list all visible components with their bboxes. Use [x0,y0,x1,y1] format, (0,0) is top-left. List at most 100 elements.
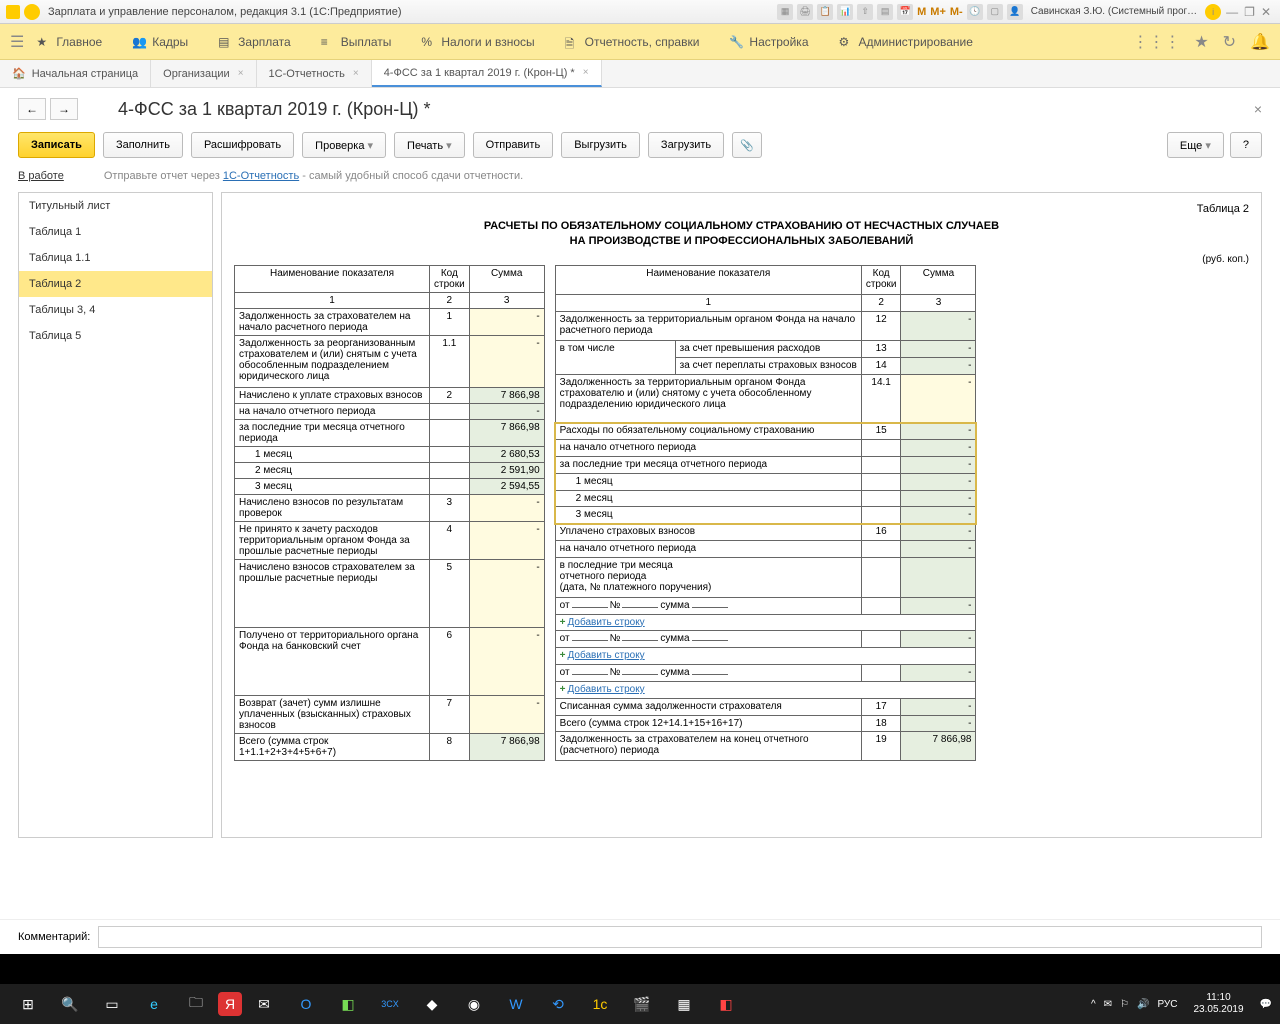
history-icon[interactable]: ↻ [1223,32,1236,52]
menu-admin[interactable]: ⚙Администрирование [839,35,973,49]
app-icon[interactable]: ◧ [706,989,746,1019]
back-button[interactable]: ← [18,98,46,120]
export-button[interactable]: Выгрузить [561,132,640,158]
tab-home[interactable]: 🏠Начальная страница [0,60,151,87]
table-number-label: Таблица 2 [234,203,1249,215]
menu-taxes[interactable]: %Налоги и взносы [421,35,534,49]
dropdown-icon[interactable] [24,4,40,20]
comment-input[interactable] [98,926,1262,948]
toolbar-icon[interactable]: 🖨 [797,4,813,20]
close-icon[interactable]: × [238,68,244,79]
tray-clock[interactable]: 11:1023.05.2019 [1193,992,1243,1016]
bell-icon[interactable]: 🔔 [1250,32,1270,52]
nav-title-page[interactable]: Титульный лист [19,193,212,219]
attach-button[interactable]: 📎 [732,132,762,158]
app-icon[interactable]: ◧ [328,989,368,1019]
import-button[interactable]: Загрузить [648,132,724,158]
nav-table-1-1[interactable]: Таблица 1.1 [19,245,212,271]
tab-4fss[interactable]: 4-ФСС за 1 квартал 2019 г. (Крон-Ц) *× [372,60,602,87]
taskview-button[interactable]: ▭ [92,989,132,1019]
app-edge[interactable]: e [134,989,174,1019]
app-mail[interactable]: ✉ [244,989,284,1019]
nav-table-3-4[interactable]: Таблицы 3, 4 [19,297,212,323]
app-teamviewer[interactable]: ⟲ [538,989,578,1019]
toolbar-icon[interactable]: ▤ [877,4,893,20]
app-word[interactable]: W [496,989,536,1019]
box-icon[interactable]: ▢ [987,4,1003,20]
menu-salary[interactable]: ▤Зарплата [218,35,291,49]
app-explorer[interactable]: 🗀 [176,989,216,1019]
user-icon: 👤 [1007,4,1023,20]
document-area[interactable]: Таблица 2 РАСЧЕТЫ ПО ОБЯЗАТЕЛЬНОМУ СОЦИА… [221,192,1262,838]
app-1c[interactable]: 1c [580,989,620,1019]
more-button[interactable]: Еще [1167,132,1224,158]
page-close-button[interactable]: × [1254,101,1262,117]
print-button[interactable]: Печать [394,132,465,158]
app-icon[interactable]: ◉ [454,989,494,1019]
fill-button[interactable]: Заполнить [103,132,183,158]
tray-icon[interactable]: ✉ [1104,999,1112,1010]
add-row-link[interactable]: Добавить строку [568,617,645,628]
apps-icon[interactable]: ⋮⋮⋮ [1132,32,1180,52]
toolbar-icon[interactable]: ▦ [777,4,793,20]
app-3cx[interactable]: 3CX [370,989,410,1019]
toolbar-icon[interactable]: 📊 [837,4,853,20]
1c-report-link[interactable]: 1С-Отчетность [223,170,299,182]
system-tray: ^ ✉ ⚐ 🔊 РУС 11:1023.05.2019 💬 [1091,992,1272,1016]
user-label[interactable]: Савинская З.Ю. (Системный прог… [1031,6,1197,17]
star-icon[interactable]: ★ [1194,32,1208,52]
app-outlook[interactable]: O [286,989,326,1019]
nav-table-5[interactable]: Таблица 5 [19,323,212,349]
tray-volume-icon[interactable]: 🔊 [1137,999,1149,1010]
send-button[interactable]: Отправить [473,132,554,158]
burger-icon[interactable]: ☰ [10,32,24,52]
search-button[interactable]: 🔍 [50,989,90,1019]
add-row-link[interactable]: Добавить строку [568,684,645,695]
tray-icon[interactable]: ⚐ [1120,999,1129,1010]
menu-main[interactable]: ★Главное [36,35,102,49]
close-icon[interactable]: × [353,68,359,79]
tray-notifications-icon[interactable]: 💬 [1260,999,1272,1010]
toolbar-icon[interactable]: ⇧ [857,4,873,20]
tab-orgs[interactable]: Организации× [151,60,256,87]
app-movie[interactable]: 🎬 [622,989,662,1019]
nav-table-2[interactable]: Таблица 2 [19,271,212,297]
plus-icon[interactable]: + [560,684,566,695]
calendar-icon[interactable]: 📅 [897,4,913,20]
help-icon[interactable]: i [1205,4,1221,20]
close-button[interactable]: ✕ [1261,5,1271,19]
minimize-button[interactable]: — [1226,5,1238,19]
tray-up-icon[interactable]: ^ [1091,999,1096,1010]
left-table: Наименование показателяКод строкиСумма 1… [234,265,545,761]
wrench-icon: 🔧 [729,35,743,49]
plus-icon[interactable]: + [560,617,566,628]
app-logo-icon [6,5,20,19]
forward-button[interactable]: → [50,98,78,120]
start-button[interactable]: ⊞ [8,989,48,1019]
decode-button[interactable]: Расшифровать [191,132,294,158]
check-button[interactable]: Проверка [302,132,386,158]
status-label[interactable]: В работе [18,170,64,182]
tab-1c-report[interactable]: 1С-Отчетность× [257,60,372,87]
app-yandex[interactable]: Я [218,992,242,1016]
menu-payments[interactable]: ≡Выплаты [321,35,392,49]
app-icon[interactable]: ◆ [412,989,452,1019]
toolbar-icon[interactable]: 📋 [817,4,833,20]
menu-reports[interactable]: 🗎Отчетность, справки [565,35,700,49]
menu-kadry[interactable]: 👥Кадры [132,35,188,49]
close-icon[interactable]: × [583,67,589,78]
help-button[interactable]: ? [1230,132,1262,158]
page-header: ← → 4-ФСС за 1 квартал 2019 г. (Крон-Ц) … [0,88,1280,124]
memory-m[interactable]: M [917,6,926,18]
app-icon[interactable]: ▦ [664,989,704,1019]
maximize-button[interactable]: ❐ [1244,5,1255,19]
write-button[interactable]: Записать [18,132,95,158]
plus-icon[interactable]: + [560,650,566,661]
tray-lang[interactable]: РУС [1157,999,1177,1010]
memory-mplus[interactable]: M+ [930,6,946,18]
nav-table-1[interactable]: Таблица 1 [19,219,212,245]
memory-mminus[interactable]: M- [950,6,963,18]
add-row-link[interactable]: Добавить строку [568,650,645,661]
menu-settings[interactable]: 🔧Настройка [729,35,808,49]
clock-icon[interactable]: 🕓 [967,4,983,20]
